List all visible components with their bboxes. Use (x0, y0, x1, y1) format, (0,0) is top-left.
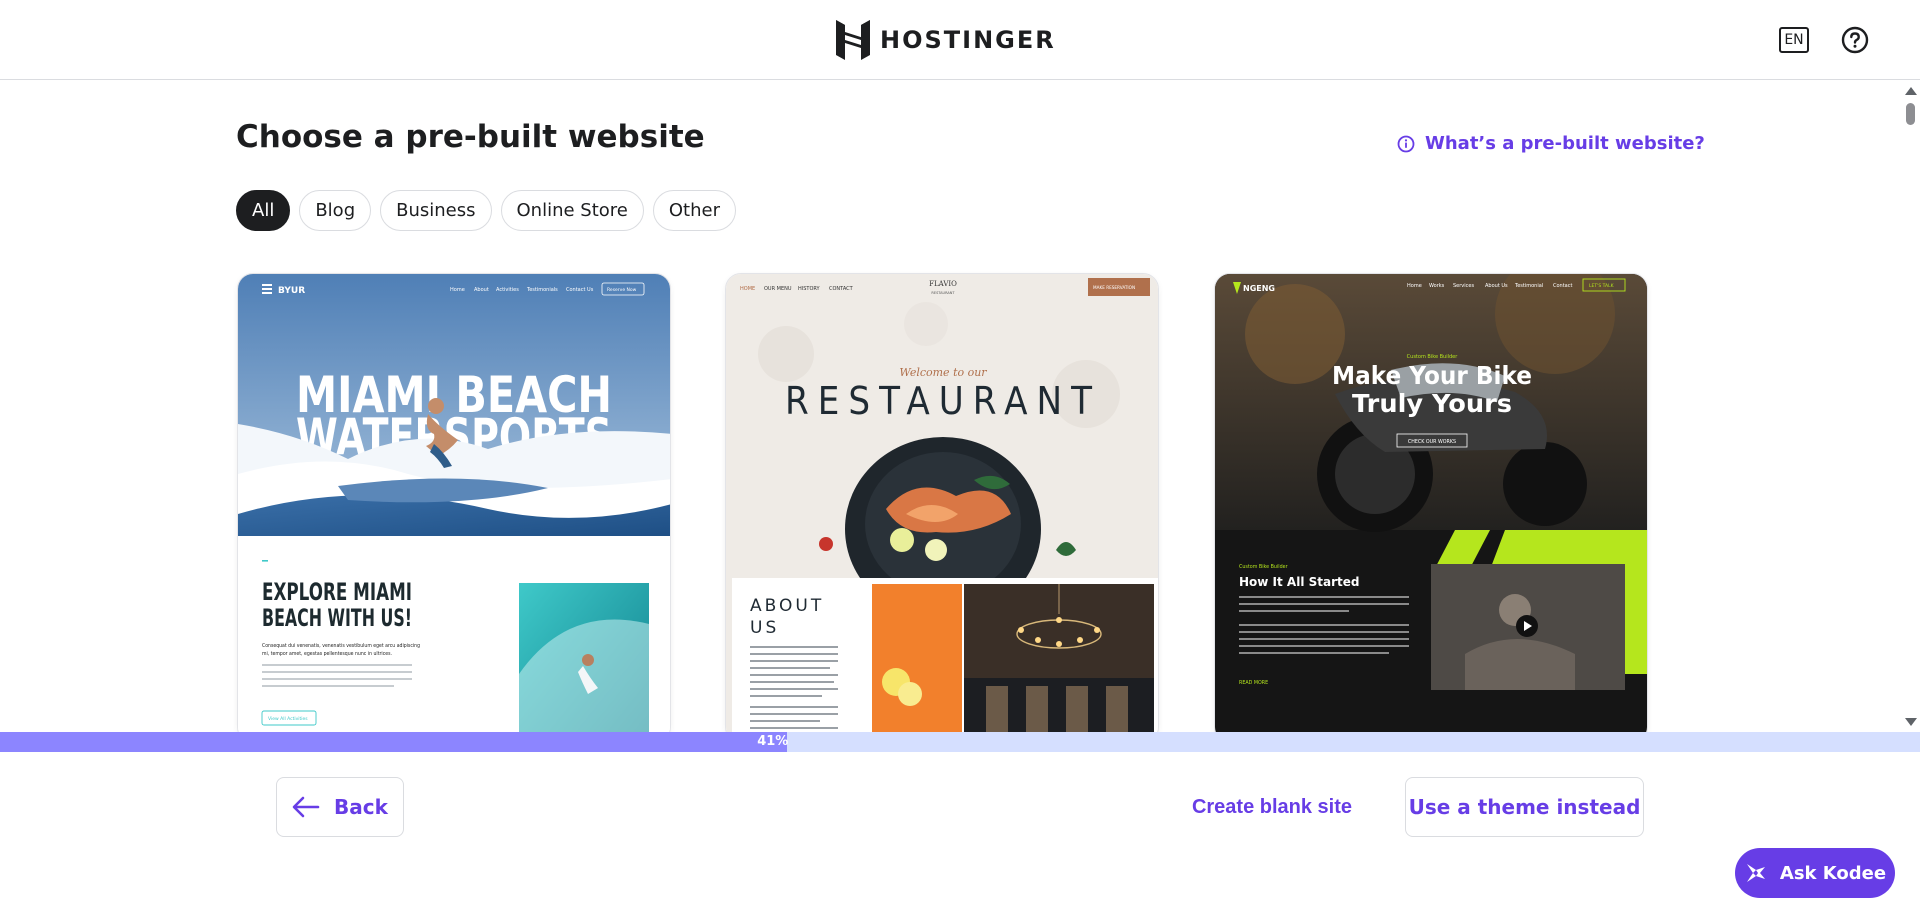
byur-nav-about: About (474, 287, 489, 293)
template-preview-byur: BYUR Home About Activities Testimonials … (238, 274, 670, 732)
template-preview-flavio: HOME OUR MENU HISTORY CONTACT FLAVIO RES… (726, 274, 1158, 732)
top-header: HOSTINGER EN (0, 0, 1920, 80)
ngeng-section-title: How It All Started (1239, 575, 1359, 589)
ngeng-eyebrow2: Custom Bike Builder (1239, 564, 1288, 570)
create-blank-site-button[interactable]: Create blank site (1168, 777, 1376, 837)
arrow-left-icon (292, 796, 320, 818)
template-card-flavio[interactable]: HOME OUR MENU HISTORY CONTACT FLAVIO RES… (725, 273, 1159, 732)
ngeng-hero-line1: Make Your Bike (1332, 361, 1532, 390)
ngeng-nav-home: Home (1407, 283, 1422, 289)
whats-prebuilt-label: What’s a pre-built website? (1425, 133, 1705, 154)
scroll-down-icon[interactable] (1905, 718, 1917, 726)
ngeng-nav-button: LET'S TALK (1589, 283, 1615, 289)
scroll-up-icon[interactable] (1905, 87, 1917, 95)
progress-label: 41% (757, 734, 789, 749)
flavio-brand: FLAVIO (929, 280, 957, 288)
page-title: Choose a pre-built website (236, 119, 705, 155)
filter-blog[interactable]: Blog (299, 190, 372, 231)
help-button[interactable] (1841, 26, 1869, 54)
ngeng-brand: NGENG (1243, 284, 1275, 293)
brand-name: HOSTINGER (880, 26, 1056, 54)
info-circle-icon (1397, 135, 1415, 152)
flavio-nav-contact: CONTACT (829, 286, 854, 292)
back-label: Back (334, 795, 388, 819)
filter-online-store[interactable]: Online Store (500, 190, 644, 231)
ngeng-nav-works: Works (1429, 283, 1445, 289)
ngeng-hero-line2: Truly Yours (1352, 389, 1512, 418)
byur-body-line1: Consequat dui venenatis, venenatis vesti… (262, 643, 420, 649)
filter-all[interactable]: All (236, 190, 291, 231)
ngeng-nav-testimonial: Testimonial (1514, 283, 1543, 289)
byur-heading-line1: EXPLORE MIAMI (262, 578, 412, 606)
back-button[interactable]: Back (276, 777, 404, 837)
flavio-nav-home: HOME (740, 286, 755, 292)
progress-bar: 41% (0, 732, 1920, 752)
byur-nav-contact: Contact Us (566, 287, 594, 293)
ngeng-nav-about: About Us (1485, 283, 1508, 289)
use-theme-button[interactable]: Use a theme instead (1405, 777, 1644, 837)
flavio-nav-menu: OUR MENU (764, 286, 792, 292)
page-scrollbar[interactable] (1900, 81, 1920, 732)
flavio-welcome: Welcome to our (899, 366, 987, 379)
byur-cta: View All Activities (268, 716, 308, 722)
byur-nav-testimonials: Testimonials (526, 287, 558, 293)
scroll-thumb[interactable] (1906, 103, 1915, 125)
whats-prebuilt-link[interactable]: What’s a pre-built website? (1397, 133, 1705, 154)
byur-brand: BYUR (278, 286, 305, 296)
ngeng-eyebrow: Custom Bike Builder (1407, 354, 1459, 360)
flavio-about-line2: US (750, 618, 779, 638)
flavio-nav-button: MAKE RESERVATION (1093, 285, 1135, 290)
language-button[interactable]: EN (1779, 27, 1809, 53)
ngeng-read-more: READ MORE (1239, 680, 1268, 686)
template-card-ngeng[interactable]: NGENG Home Works Services About Us Testi… (1214, 273, 1648, 732)
ask-kodee-button[interactable]: Ask Kodee (1735, 848, 1895, 898)
byur-nav-button: Reserve Now (607, 287, 637, 293)
byur-heading-line2: BEACH WITH US! (262, 604, 412, 632)
filter-business[interactable]: Business (380, 190, 492, 231)
ngeng-cta: CHECK OUR WORKS (1408, 439, 1456, 445)
flavio-about-line1: ABOUT (750, 596, 824, 616)
template-card-byur[interactable]: BYUR Home About Activities Testimonials … (237, 273, 671, 732)
byur-nav-activities: Activities (496, 287, 519, 293)
hostinger-logo[interactable]: HOSTINGER (836, 20, 1056, 60)
kodee-sparkle-icon (1746, 864, 1765, 882)
progress-fill (0, 732, 788, 752)
filter-other[interactable]: Other (652, 190, 736, 231)
byur-nav-home: Home (450, 287, 465, 293)
flavio-hero: RESTAURANT (785, 379, 1101, 423)
flavio-nav-history: HISTORY (798, 286, 821, 292)
main-content: Choose a pre-built website What’s a pre-… (0, 81, 1920, 732)
flavio-subtitle: RESTAURANT (931, 291, 955, 295)
ngeng-nav-services: Services (1453, 283, 1474, 289)
question-circle-icon (1841, 26, 1869, 54)
hostinger-logo-icon (836, 20, 870, 60)
category-filters: All Blog Business Online Store Other (236, 190, 736, 231)
ask-kodee-label: Ask Kodee (1779, 862, 1887, 884)
template-preview-ngeng: NGENG Home Works Services About Us Testi… (1215, 274, 1647, 732)
ngeng-nav-contact: Contact (1553, 283, 1572, 289)
byur-body-line2: mi, tempor amet, egestas pellentesque nu… (262, 651, 392, 657)
